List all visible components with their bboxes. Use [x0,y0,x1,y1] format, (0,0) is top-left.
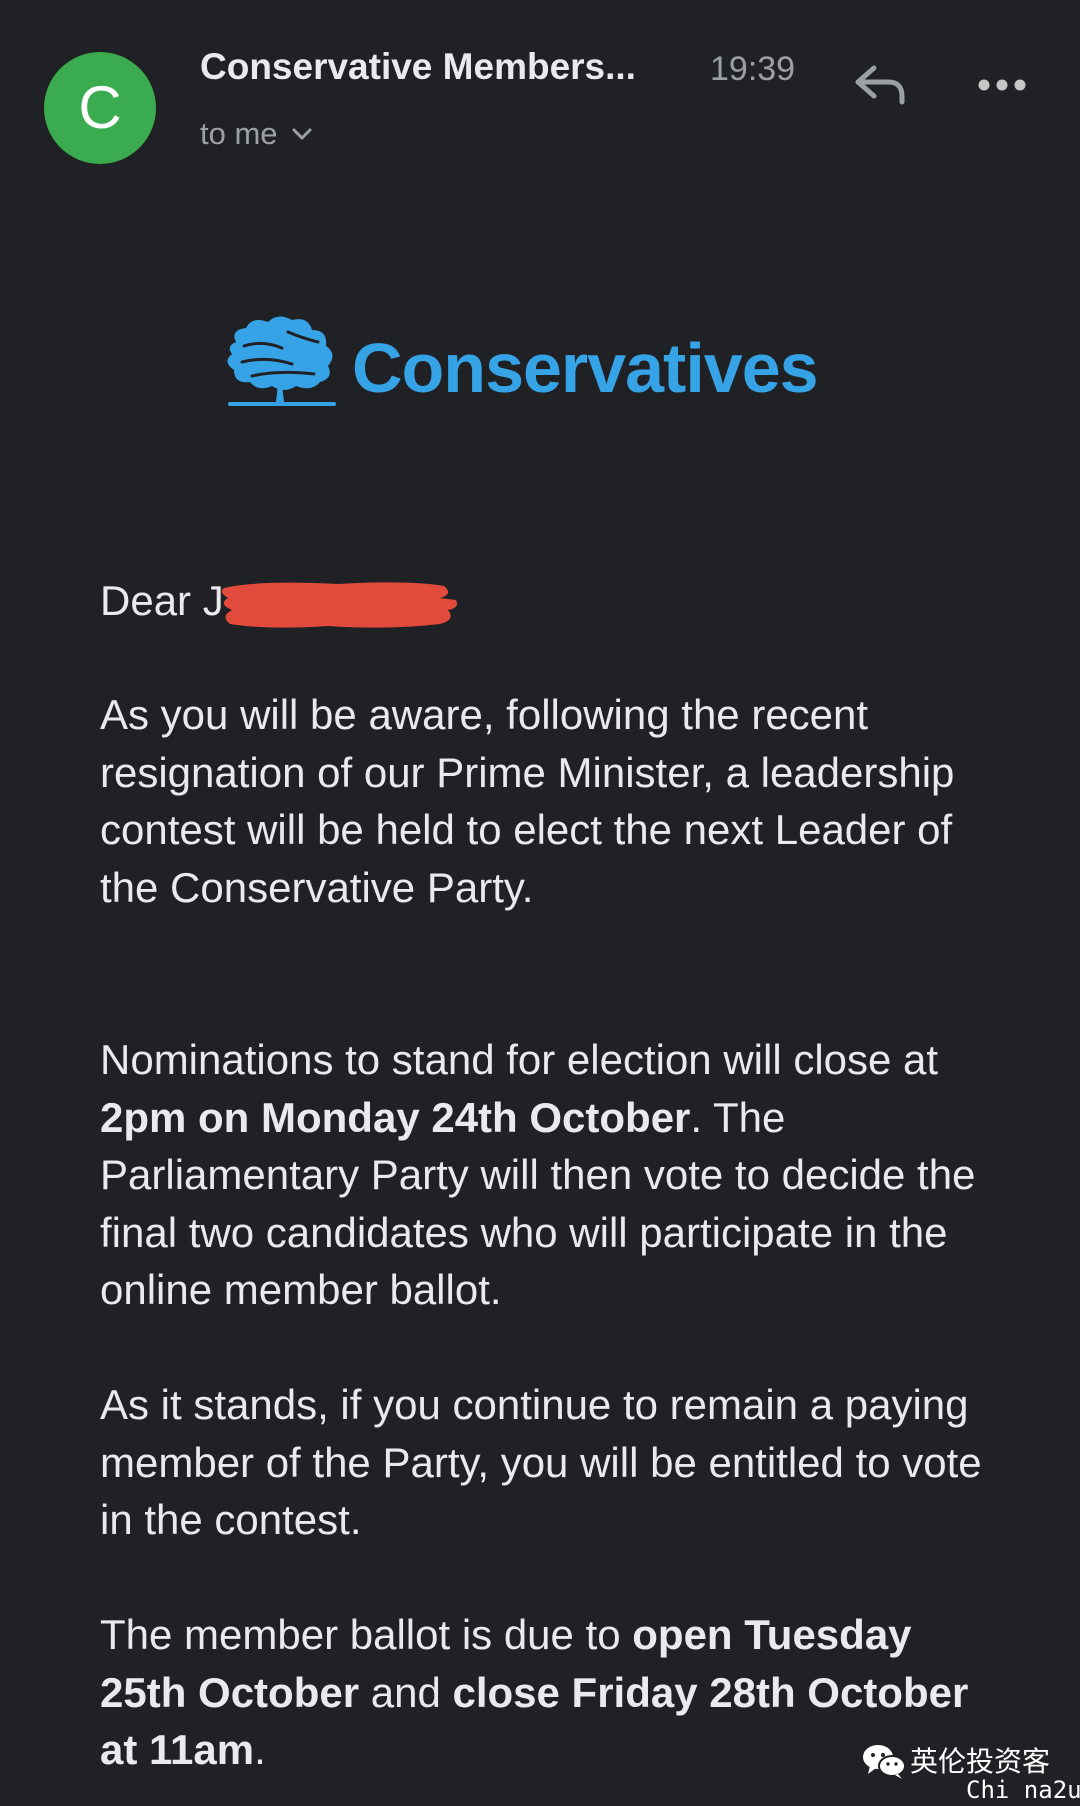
paragraph-intro: As you will be aware, following the rece… [100,691,955,911]
ballot-text: The member ballot is due to [100,1611,633,1658]
recipient-dropdown[interactable]: to me [200,114,312,154]
watermark-label: 英伦投资客 [910,1745,1051,1778]
logo-wordmark: Conservatives [352,329,819,407]
more-icon[interactable] [976,70,1028,100]
nominations-deadline: 2pm on Monday 24th October [100,1093,691,1141]
email-header: C Conservative Members... 19:39 to me [0,0,1080,190]
ballot-text-end: . [254,1726,266,1773]
sender-avatar[interactable]: C [44,52,156,164]
paragraph-nominations: Nominations to stand for election will c… [100,1031,1000,1319]
reply-icon[interactable] [852,62,908,108]
nominations-text: Nominations to stand for election will c… [100,1036,939,1083]
tree-icon [227,316,336,406]
recipient-label: to me [200,116,278,151]
ballot-text-and: and [359,1668,453,1716]
wechat-icon [863,1745,906,1779]
greeting: Dear J [100,577,224,624]
conservatives-logo: Conservatives [222,312,862,412]
watermark-sub: Chi na2uk [966,1776,1080,1804]
paragraph-eligibility: As it stands, if you continue to remain … [100,1381,982,1543]
chevron-down-icon [292,128,312,140]
sender-name[interactable]: Conservative Members... [200,46,680,88]
email-time: 19:39 [710,50,796,88]
redaction-mark [221,582,457,628]
